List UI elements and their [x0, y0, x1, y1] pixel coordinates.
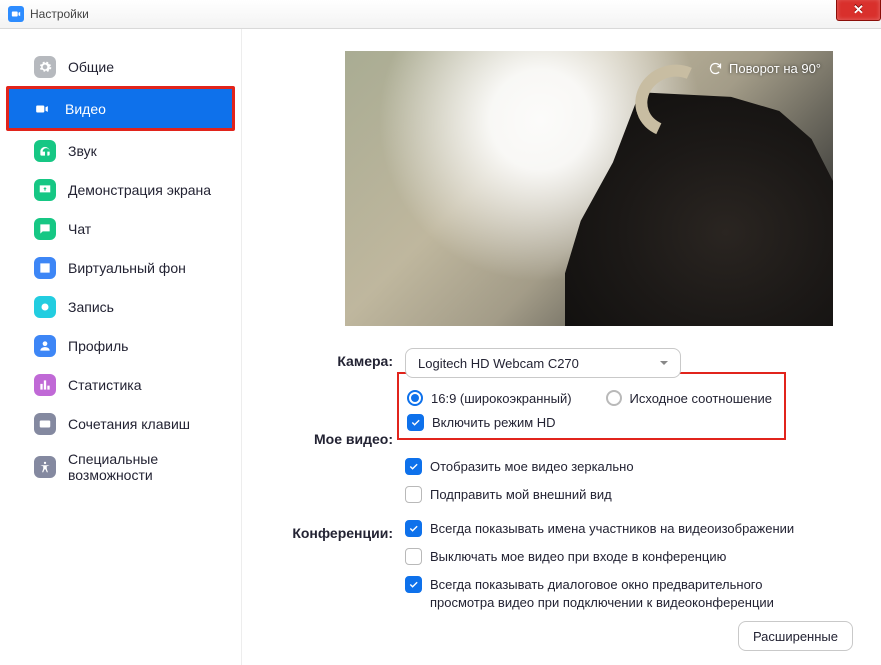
sidebar-item-label: Специальные возможности	[68, 451, 198, 483]
aspect-original-radio[interactable]: Исходное соотношение	[606, 390, 773, 406]
accessibility-icon	[34, 456, 56, 478]
sidebar-item-label: Виртуальный фон	[68, 260, 186, 276]
sidebar-item-label: Звук	[68, 143, 97, 159]
sidebar-item-label: Запись	[68, 299, 114, 315]
sidebar-item-recording[interactable]: Запись	[12, 287, 229, 326]
sidebar-item-chat[interactable]: Чат	[12, 209, 229, 248]
sidebar-item-label: Чат	[68, 221, 91, 237]
mirror-checkbox[interactable]: Отобразить мое видео зеркально	[405, 458, 853, 476]
camera-select[interactable]: Logitech HD Webcam C270	[405, 348, 681, 378]
rotate-icon	[708, 61, 723, 76]
sidebar-item-label: Общие	[68, 59, 114, 75]
sidebar-highlight: Видео	[6, 86, 235, 131]
sidebar-item-share[interactable]: Демонстрация экрана	[12, 170, 229, 209]
preview-dialog-checkbox[interactable]: Всегда показывать диалоговое окно предва…	[405, 576, 853, 612]
checkbox-unchecked-icon	[405, 548, 422, 565]
sidebar-item-statistics[interactable]: Статистика	[12, 365, 229, 404]
touchup-label: Подправить мой внешний вид	[430, 486, 612, 504]
myvideo-label: Мое видео:	[270, 400, 405, 452]
rotate-button[interactable]: Поворот на 90°	[708, 61, 821, 76]
sidebar-item-label: Статистика	[68, 377, 142, 393]
show-names-label: Всегда показывать имена участников на ви…	[430, 520, 794, 538]
checkbox-checked-icon	[405, 458, 422, 475]
advanced-label: Расширенные	[753, 629, 838, 644]
camera-label: Камера:	[270, 348, 405, 374]
share-screen-icon	[34, 179, 56, 201]
keyboard-icon	[34, 413, 56, 435]
checkbox-unchecked-icon	[405, 486, 422, 503]
radio-unchecked-icon	[606, 390, 622, 406]
mute-video-checkbox[interactable]: Выключать мое видео при входе в конферен…	[405, 548, 853, 566]
sidebar: Общие Видео Звук Демонстрация экрана	[0, 29, 242, 665]
gear-icon	[34, 56, 56, 78]
sidebar-item-general[interactable]: Общие	[12, 47, 229, 86]
sidebar-item-video[interactable]: Видео	[9, 89, 232, 128]
content-pane: Поворот на 90° Камера: Logitech HD Webca…	[242, 29, 881, 665]
sidebar-item-label: Профиль	[68, 338, 128, 354]
app-icon	[8, 6, 24, 22]
sidebar-item-background[interactable]: Виртуальный фон	[12, 248, 229, 287]
advanced-button[interactable]: Расширенные	[738, 621, 853, 651]
mirror-label: Отобразить мое видео зеркально	[430, 458, 634, 476]
headphones-icon	[34, 140, 56, 162]
meetings-label: Конференции:	[270, 520, 405, 546]
window-title: Настройки	[30, 7, 89, 21]
close-button[interactable]: ✕	[836, 0, 881, 21]
sidebar-item-accessibility[interactable]: Специальные возможности	[12, 443, 229, 491]
preview-dialog-label: Всегда показывать диалоговое окно предва…	[430, 576, 820, 612]
rotate-label: Поворот на 90°	[729, 61, 821, 76]
aspect-original-label: Исходное соотношение	[630, 391, 773, 406]
checkbox-checked-icon	[405, 520, 422, 537]
close-icon: ✕	[853, 2, 864, 18]
camera-value: Logitech HD Webcam C270	[418, 356, 579, 371]
sidebar-item-profile[interactable]: Профиль	[12, 326, 229, 365]
sidebar-item-label: Сочетания клавиш	[68, 416, 190, 432]
sidebar-item-label: Видео	[65, 101, 106, 117]
record-icon	[34, 296, 56, 318]
chat-icon	[34, 218, 56, 240]
video-preview: Поворот на 90°	[345, 51, 833, 326]
titlebar: Настройки ✕	[0, 0, 881, 29]
sidebar-item-audio[interactable]: Звук	[12, 131, 229, 170]
show-names-checkbox[interactable]: Всегда показывать имена участников на ви…	[405, 520, 853, 538]
profile-icon	[34, 335, 56, 357]
sidebar-item-label: Демонстрация экрана	[68, 182, 211, 198]
sidebar-item-shortcuts[interactable]: Сочетания клавиш	[12, 404, 229, 443]
video-icon	[31, 98, 53, 120]
stats-icon	[34, 374, 56, 396]
touchup-checkbox[interactable]: Подправить мой внешний вид	[405, 486, 853, 504]
background-icon	[34, 257, 56, 279]
mute-video-label: Выключать мое видео при входе в конферен…	[430, 548, 726, 566]
checkbox-checked-icon	[405, 576, 422, 593]
